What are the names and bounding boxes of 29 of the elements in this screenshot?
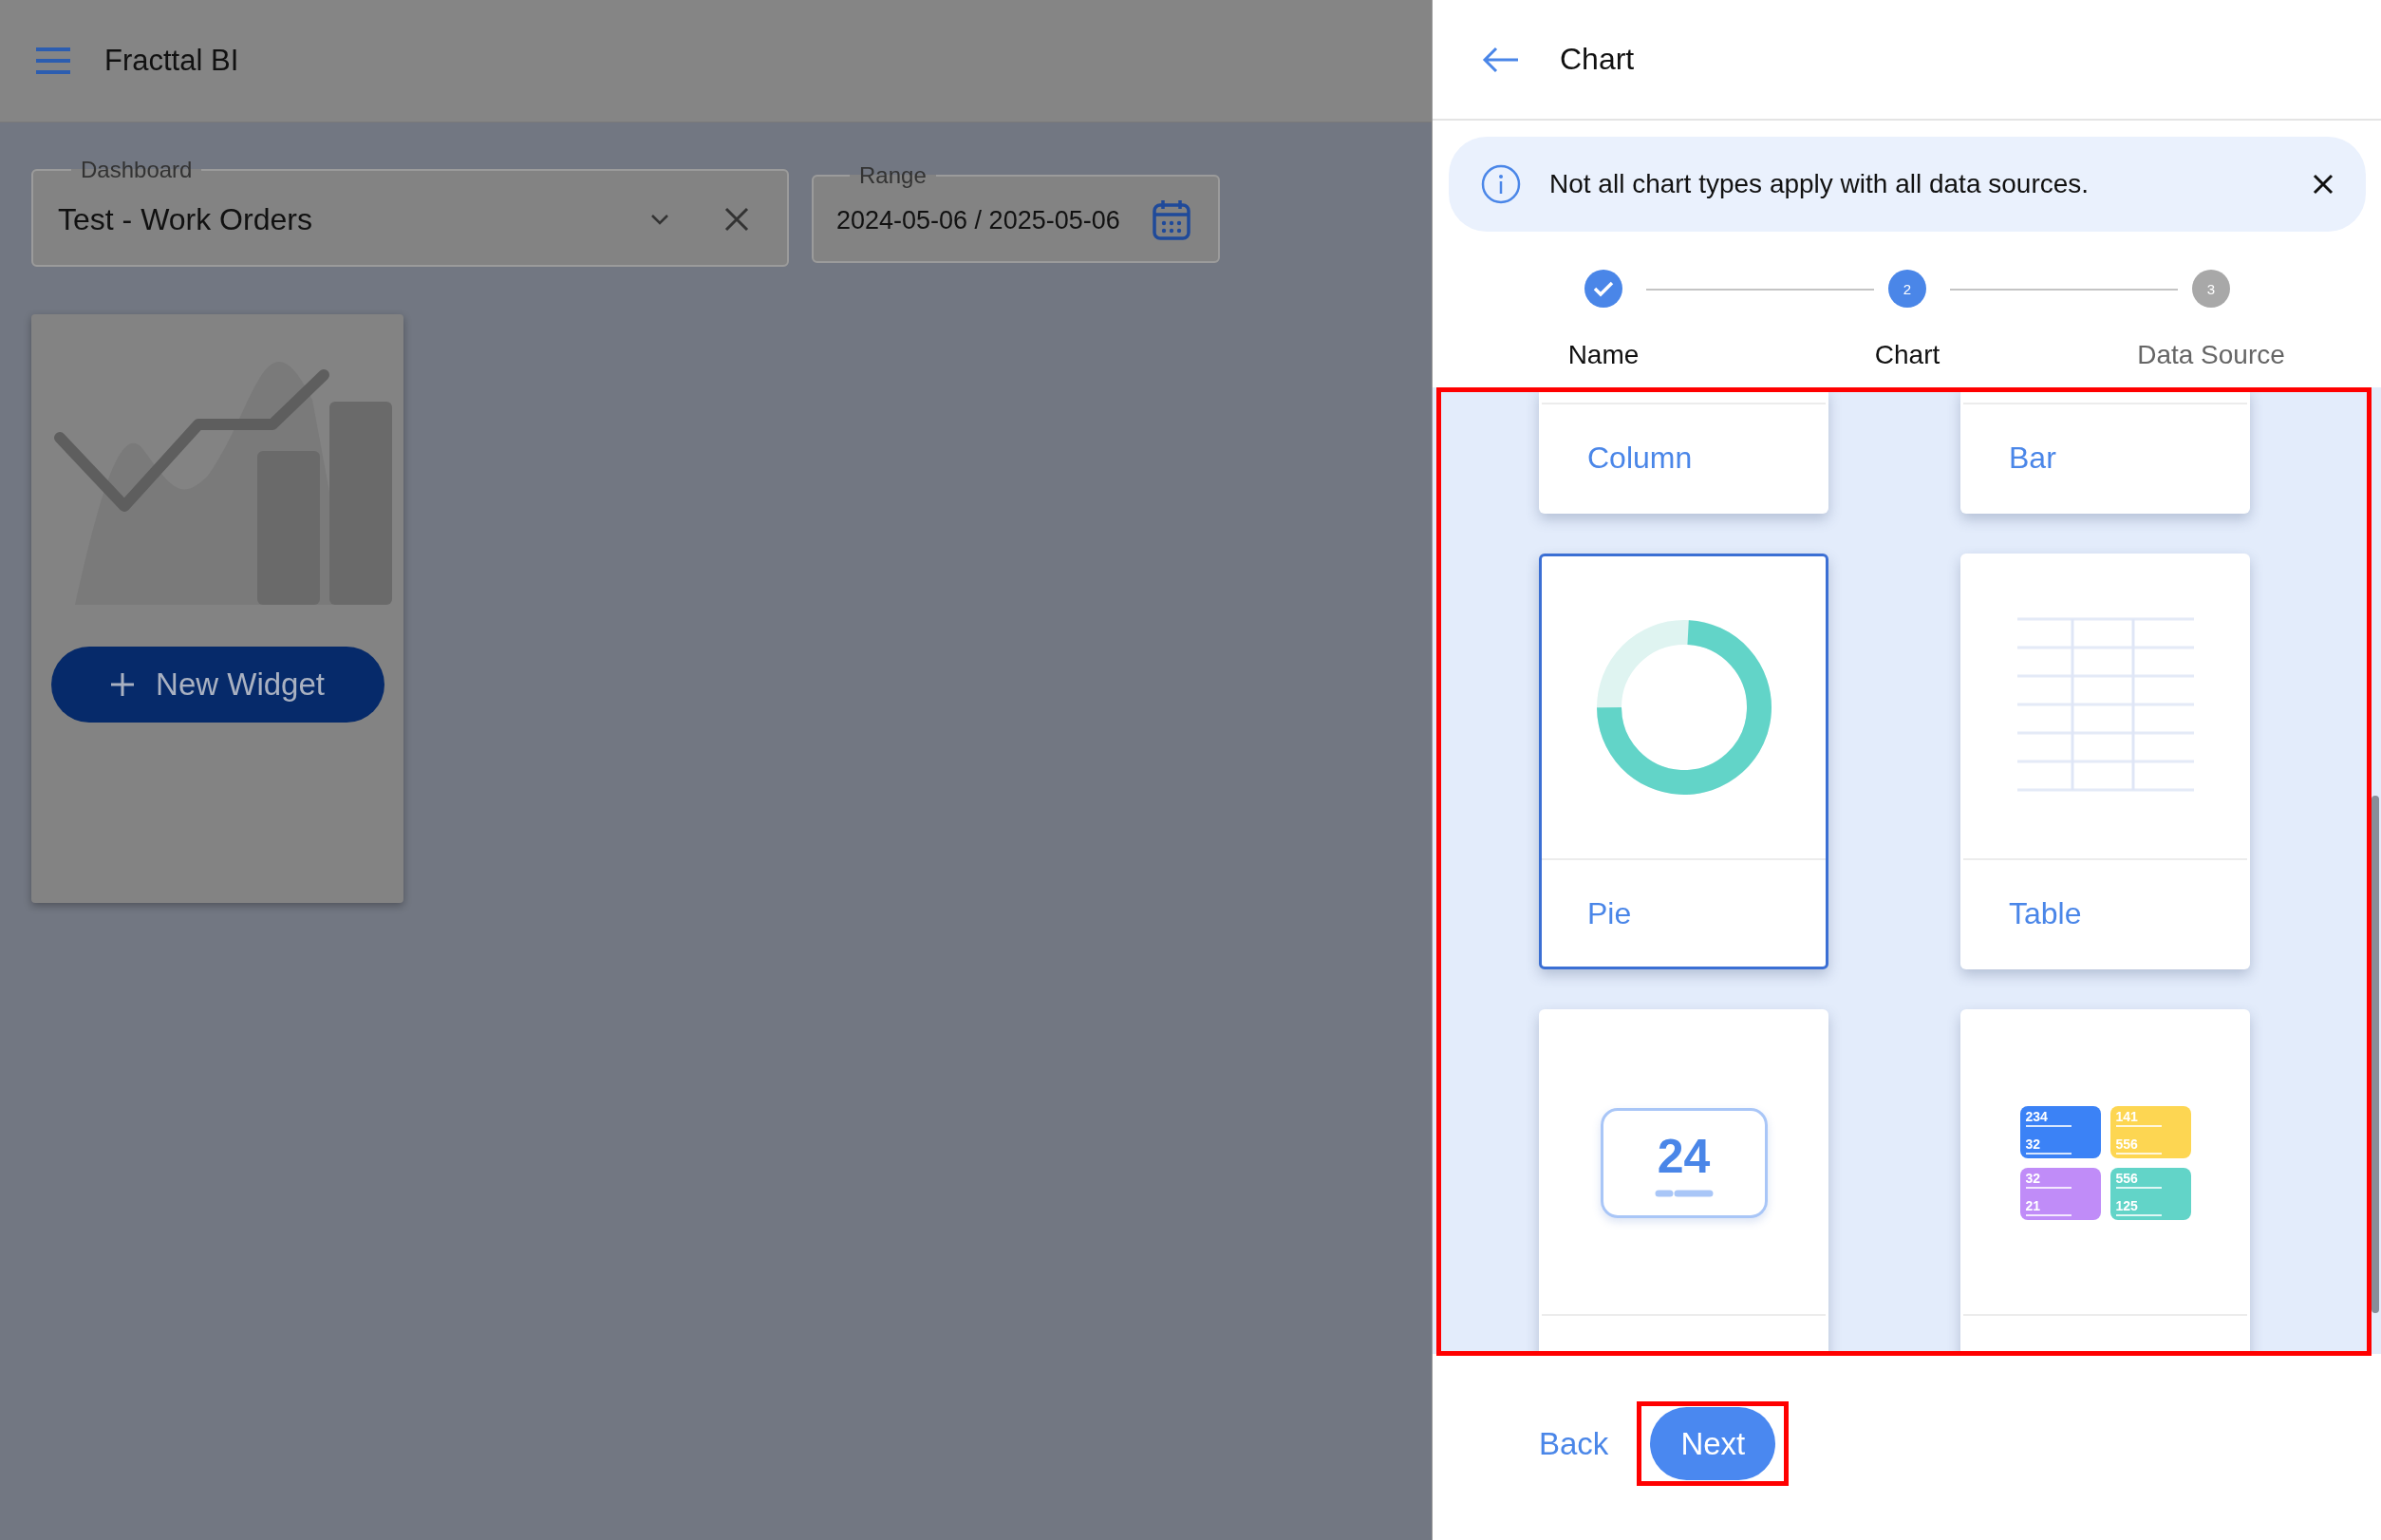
drawer-title: Chart [1560,42,1635,77]
stat-tile: 556 125 [2109,1168,2191,1220]
info-icon [1481,164,1521,204]
step-indicator: 3 [2192,270,2230,308]
stat-tile: 234 32 [2019,1106,2101,1158]
chart-type-card[interactable]: 234 32 141 556 32 21 556 125 [1960,1009,2250,1354]
scrollbar[interactable] [2372,796,2379,1313]
back-arrow-icon[interactable] [1482,46,1520,73]
next-button[interactable]: Next [1650,1407,1776,1480]
caret-icon[interactable] [650,214,669,225]
new-widget-button[interactable]: New Widget [50,647,384,723]
dash-lines-icon [1654,1190,1714,1197]
banner-text: Not all chart types apply with all data sources. [1549,169,2090,199]
plus-icon [110,672,136,697]
back-button[interactable]: Back [1539,1425,1609,1462]
calendar-icon[interactable] [1152,198,1191,242]
chart-type-card[interactable]: Table [1960,554,2250,969]
chart-type-card[interactable]: Pie [1539,554,1828,969]
step-label: Data Source [2137,340,2285,370]
step-label: Chart [1874,340,1940,370]
close-icon[interactable] [2313,174,2334,195]
chart-type-card[interactable]: 24 [1539,1009,1828,1354]
step-label: Name [1567,340,1640,370]
step-indicator: 2 [1888,270,1926,308]
number-preview: 24 [1600,1108,1768,1218]
stat-tile: 32 21 [2019,1168,2101,1220]
stat-tile: 141 556 [2109,1106,2191,1158]
app-title: Fracttal BI [104,44,239,78]
clear-icon[interactable] [724,207,749,232]
